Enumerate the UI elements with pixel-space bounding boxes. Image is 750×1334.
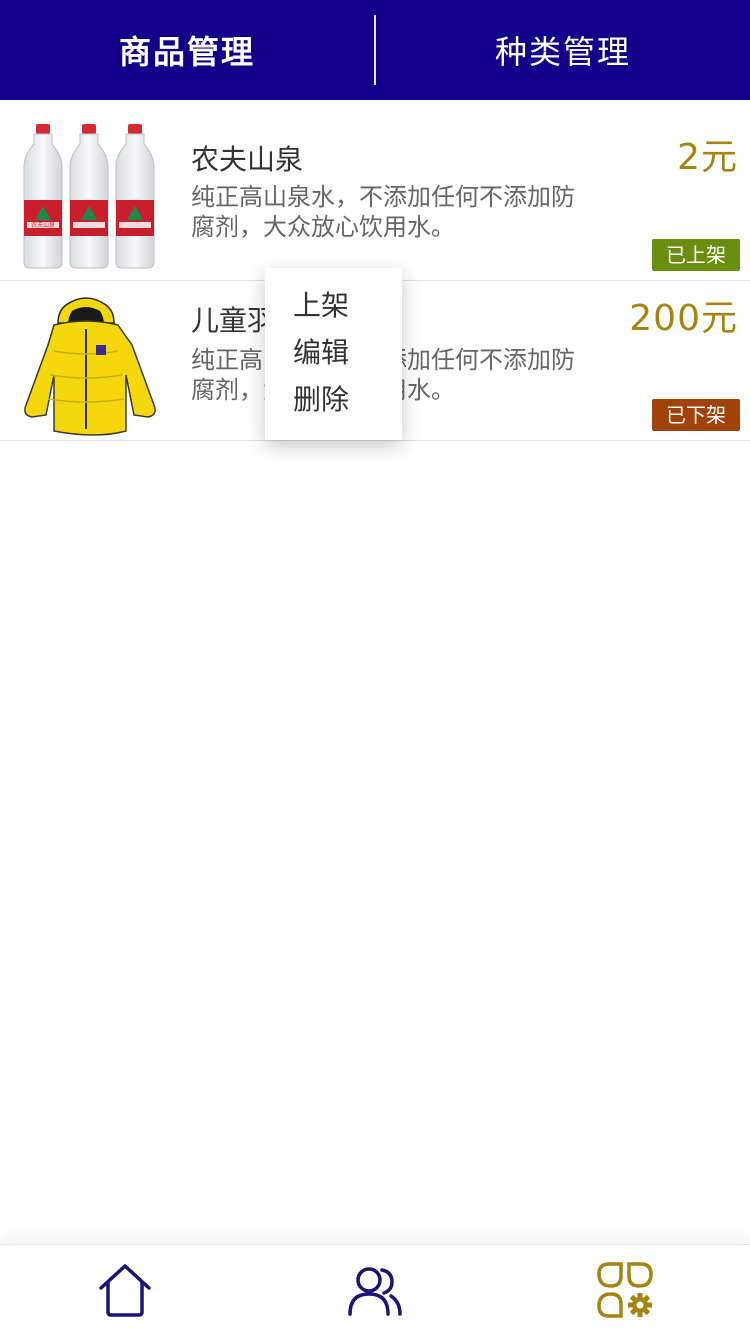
- product-row[interactable]: 农夫山泉 农夫山泉 纯正高山泉水，不添加任何不添加防腐剂，大众放心饮用水。 2元…: [0, 100, 750, 281]
- tab-divider: [374, 15, 376, 85]
- menu-item-delete[interactable]: 删除: [265, 376, 402, 423]
- tab-category-management[interactable]: 种类管理: [376, 0, 750, 100]
- tab-product-management[interactable]: 商品管理: [0, 0, 374, 100]
- menu-item-edit[interactable]: 编辑: [265, 329, 402, 376]
- menu-item-publish[interactable]: 上架: [265, 282, 402, 329]
- product-price: 200元: [629, 298, 738, 339]
- status-badge: 已下架: [652, 399, 740, 431]
- app: 商品管理 种类管理 农夫山泉 农夫山泉 纯正高山泉水，不添加任何不添加防腐剂，大…: [0, 0, 750, 1334]
- nav-users[interactable]: [250, 1245, 500, 1334]
- product-price: 2元: [677, 137, 738, 178]
- product-description: 纯正高山泉水，不添加任何不添加防腐剂，大众放心饮用水。: [191, 183, 575, 241]
- status-badge: 已上架: [652, 239, 740, 271]
- nav-home[interactable]: [0, 1245, 250, 1334]
- yellow-jacket-image: [24, 297, 156, 436]
- product-title: 农夫山泉: [191, 143, 304, 176]
- bottom-nav: [0, 1244, 750, 1334]
- svg-text:农夫山泉: 农夫山泉: [31, 221, 55, 229]
- apps-settings-icon: [597, 1261, 653, 1318]
- product-title: 儿童羽: [191, 304, 276, 337]
- home-icon: [99, 1263, 151, 1317]
- water-bottles-image: 农夫山泉: [23, 124, 155, 269]
- context-menu: 上架 编辑 删除: [265, 268, 402, 440]
- users-icon: [348, 1266, 402, 1316]
- top-tab-bar: 商品管理 种类管理: [0, 0, 750, 100]
- nav-apps-settings[interactable]: [500, 1245, 750, 1334]
